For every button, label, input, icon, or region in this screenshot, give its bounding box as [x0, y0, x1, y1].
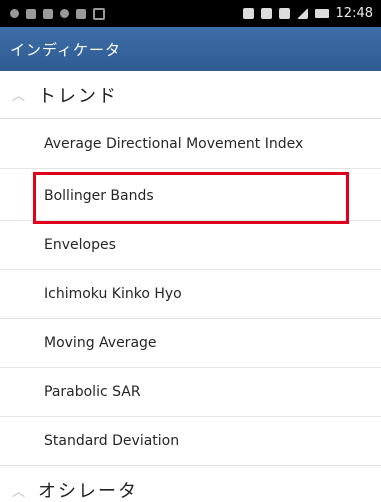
app-notification-icon	[26, 8, 36, 19]
chevron-up-icon: ︿	[12, 89, 26, 104]
signal-icon	[296, 8, 308, 19]
notification-icons	[10, 7, 105, 20]
section-header-oscillator[interactable]: ︿ オシレータ	[0, 466, 381, 502]
list-item-standard-deviation[interactable]: Standard Deviation	[0, 417, 381, 466]
list-item-moving-average[interactable]: Moving Average	[0, 319, 381, 368]
system-icons: 12:48	[242, 6, 373, 21]
status-bar: 12:48	[0, 0, 381, 27]
chevron-up-icon: ︿	[12, 484, 26, 500]
list-item-adx[interactable]: Average Directional Movement Index	[0, 120, 381, 169]
section-label: オシレータ	[38, 481, 138, 502]
call-icon	[60, 9, 69, 18]
image-icon	[93, 7, 105, 20]
usb-icon	[10, 9, 19, 18]
battery-icon	[314, 9, 329, 18]
message-icon	[76, 8, 86, 19]
app-frame: 12:48 インディケータ ︿ トレンド Average Directional…	[0, 0, 381, 502]
status-time: 12:48	[335, 6, 373, 21]
page-title: インディケータ	[10, 40, 121, 59]
list-item-ichimoku[interactable]: Ichimoku Kinko Hyo	[0, 270, 381, 319]
section-header-trend[interactable]: ︿ トレンド	[0, 71, 381, 119]
wifi-icon	[278, 8, 290, 19]
list-item-parabolic-sar[interactable]: Parabolic SAR	[0, 368, 381, 417]
mail-icon	[43, 8, 53, 19]
app-bar: インディケータ	[0, 27, 381, 71]
sync-icon	[260, 8, 272, 19]
list-item-envelopes[interactable]: Envelopes	[0, 221, 381, 270]
section-label: トレンド	[38, 85, 118, 107]
list-item-bollinger-bands[interactable]: Bollinger Bands	[0, 172, 381, 221]
alarm-icon	[242, 8, 254, 19]
